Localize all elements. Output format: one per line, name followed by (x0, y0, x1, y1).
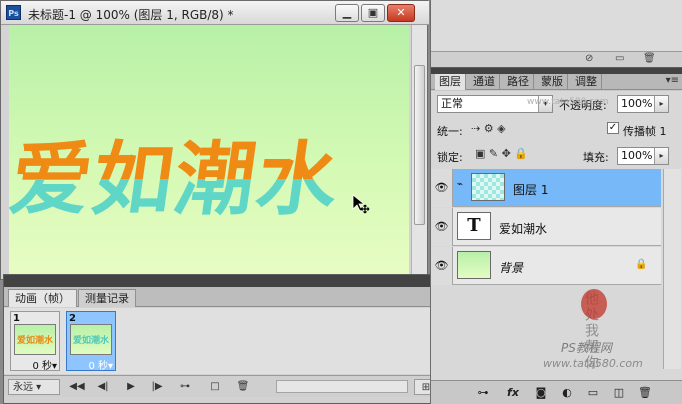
frames-strip: 1 爱如潮水 0 秒▾ 2 爱如潮水 0 秒▾ (4, 308, 458, 374)
animation-panel: ◂◂ ✕ 动画（帧） 测量记录 ▾≡ 1 爱如潮水 0 秒▾ 2 爱如潮水 0 … (3, 274, 459, 404)
watermark-brand: PS教程网 (561, 341, 612, 355)
cancel-icon[interactable]: ⊘ (585, 53, 593, 64)
canvas-text: 爱如潮水 (9, 132, 346, 226)
link-layers-button[interactable]: ⊶ (475, 385, 491, 401)
document-title: 未标题-1 @ 100% (图层 1, RGB/8) * (28, 8, 234, 22)
layer-name: 爱如潮水 (499, 222, 548, 236)
lock-label: 锁定: (437, 151, 463, 164)
canvas-artwork: 爱如潮水 (9, 132, 370, 226)
frame-delay-select[interactable]: 0 秒▾ (71, 357, 113, 372)
seal-stamp-icon (581, 289, 607, 319)
trash-icon[interactable]: 🗑 (643, 53, 656, 64)
link-icon: ⌁ (457, 179, 464, 190)
next-frame-button[interactable]: |▶ (146, 379, 168, 395)
tab-channels[interactable]: 通道 (469, 74, 500, 90)
tab-animation-frames[interactable]: 动画（帧） (8, 289, 77, 307)
tab-adjustments[interactable]: 调整 (571, 74, 602, 90)
tab-paths[interactable]: 路径 (503, 74, 534, 90)
new-item-icon[interactable]: ▭ (615, 53, 624, 64)
chevron-right-icon: ▸ (654, 148, 668, 164)
tab-masks[interactable]: 蒙版 (537, 74, 568, 90)
layers-panel-body: 正常 ▾ 不透明度: 100% ▸ 统一: ⇢ ⚙ ◈ ✓ 传播帧 1 锁定: … (431, 91, 682, 381)
layers-tabs: 图层 通道 路径 蒙版 调整 ▾≡ (431, 74, 682, 90)
frame-thumbnail: 爱如潮水 (70, 324, 112, 355)
watermark-url: www.tata580.com (543, 357, 643, 370)
layers-scrollbar[interactable] (663, 169, 681, 369)
visibility-eye-icon[interactable]: 👁 (431, 169, 453, 207)
close-button[interactable]: ✕ (387, 4, 415, 22)
tab-measurement-log[interactable]: 测量记录 (78, 289, 136, 307)
move-cursor-icon (352, 194, 370, 214)
propagate-frame-label: 传播帧 1 (623, 125, 667, 138)
panel-header-bar[interactable]: ◂◂ ✕ (4, 274, 458, 287)
fill-label: 填充: (583, 151, 609, 164)
loop-select[interactable]: 永远 ▾ (8, 379, 60, 395)
watermark-site: www.tata580.com (527, 97, 609, 107)
delete-layer-button[interactable]: 🗑 (637, 385, 653, 401)
frame-number: 2 (69, 313, 76, 324)
layer-name: 图层 1 (513, 183, 549, 197)
chevron-right-icon: ▸ (654, 96, 668, 112)
fill-input[interactable]: 100% ▸ (617, 147, 669, 165)
animation-frame-2[interactable]: 2 爱如潮水 0 秒▾ (66, 311, 116, 372)
propagate-frame-checkbox[interactable]: ✓ (607, 122, 619, 134)
scrollbar-thumb[interactable] (414, 65, 425, 225)
frame-number: 1 (13, 313, 20, 324)
layer-name: 背景 (499, 261, 524, 275)
layer-style-button[interactable]: fx (505, 385, 521, 401)
visibility-eye-icon[interactable]: 👁 (431, 247, 453, 285)
lock-icon: 🔒 (635, 259, 648, 270)
photoshop-logo-icon: Ps (6, 5, 21, 20)
layer-thumbnail (457, 251, 491, 279)
frames-horizontal-scrollbar[interactable] (276, 380, 408, 393)
previous-frame-button[interactable]: ◀| (92, 379, 114, 395)
document-window: Ps 未标题-1 @ 100% (图层 1, RGB/8) * ▁ ▣ ✕ 爱如… (0, 0, 429, 280)
right-panel-dock: ⊘ ▭ 🗑 图层 通道 路径 蒙版 调整 ▾≡ 正常 ▾ 不透明度: 100% … (430, 0, 682, 404)
minimize-button[interactable]: ▁ (335, 4, 359, 22)
tween-button[interactable]: ⊶ (174, 379, 196, 395)
layers-panel-footer: ⊶ fx ◙ ◐ ▭ ◫ 🗑 (431, 380, 682, 404)
vertical-scrollbar[interactable] (411, 25, 427, 279)
play-button[interactable]: ▶ (120, 379, 142, 395)
layer-row-text[interactable]: 👁 T 爱如潮水 (431, 208, 661, 246)
new-group-button[interactable]: ▭ (585, 385, 601, 401)
frame-delay-select[interactable]: 0 秒▾ (15, 357, 57, 372)
add-mask-button[interactable]: ◙ (533, 385, 549, 401)
restore-button[interactable]: ▣ (361, 4, 385, 22)
panel-menu-icon[interactable]: ▾≡ (666, 75, 679, 86)
new-layer-button[interactable]: ◫ (611, 385, 627, 401)
document-canvas[interactable]: 爱如潮水 (9, 25, 409, 279)
first-frame-button[interactable]: ◀◀ (66, 379, 88, 395)
adjustment-layer-button[interactable]: ◐ (559, 385, 575, 401)
text-layer-icon: T (457, 212, 491, 240)
unify-icons[interactable]: ⇢ ⚙ ◈ (471, 122, 506, 135)
unify-label: 统一: (437, 125, 463, 138)
animation-frame-1[interactable]: 1 爱如潮水 0 秒▾ (10, 311, 60, 372)
animation-tabs: 动画（帧） 测量记录 ▾≡ (4, 287, 458, 307)
upper-panel-footer: ⊘ ▭ 🗑 (431, 52, 682, 68)
opacity-input[interactable]: 100% ▸ (617, 95, 669, 113)
document-title-bar[interactable]: Ps 未标题-1 @ 100% (图层 1, RGB/8) * ▁ ▣ ✕ (1, 1, 429, 25)
lock-icons[interactable]: ▣ ✎ ✥ 🔒 (475, 147, 528, 160)
frame-thumbnail: 爱如潮水 (14, 324, 56, 355)
delete-frame-button[interactable]: 🗑 (232, 379, 254, 395)
layer-row-background[interactable]: 👁 背景 🔒 (431, 247, 661, 285)
visibility-eye-icon[interactable]: 👁 (431, 208, 453, 246)
tab-layers[interactable]: 图层 (435, 74, 466, 90)
duplicate-frame-button[interactable]: □ (204, 379, 226, 395)
layer-row-layer1[interactable]: 👁 ⌁ 图层 1 (431, 169, 661, 207)
animation-controls: 永远 ▾ ◀◀ ◀| ▶ |▶ ⊶ □ 🗑 ⊞ (4, 375, 458, 397)
layer-thumbnail (471, 173, 505, 201)
upper-panel-content (431, 0, 682, 52)
